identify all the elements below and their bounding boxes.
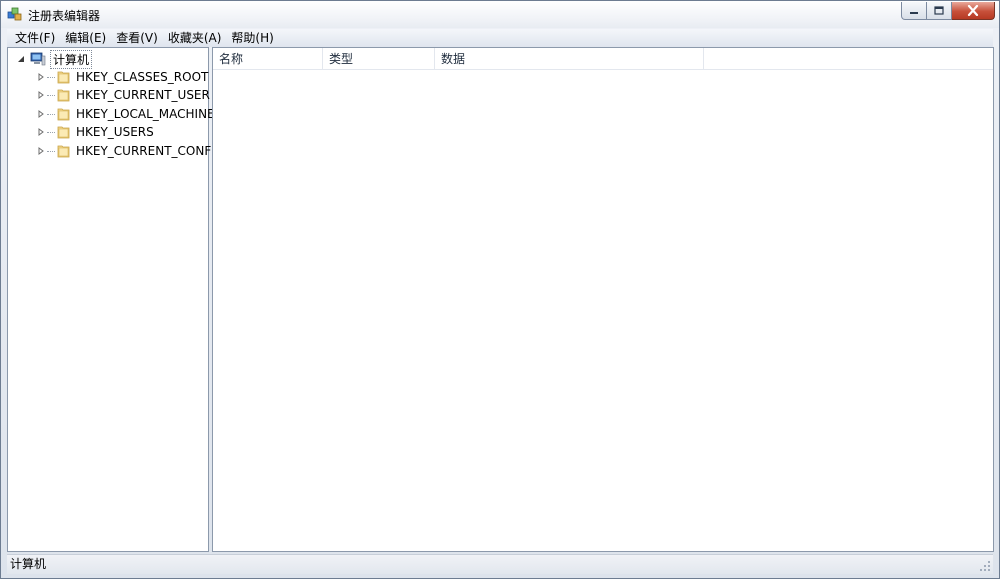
- column-header-data[interactable]: 数据: [435, 48, 704, 70]
- computer-icon: [30, 51, 46, 67]
- collapse-arrow-icon[interactable]: [16, 54, 26, 64]
- maximize-button[interactable]: [927, 2, 952, 20]
- expand-arrow-icon[interactable]: [36, 127, 46, 137]
- tree-node-computer[interactable]: 计算机: [16, 49, 93, 69]
- tree-node-label: HKEY_CLASSES_ROOT: [76, 70, 209, 84]
- menu-bar: 文件(F) 编辑(E) 查看(V) 收藏夹(A) 帮助(H): [7, 29, 993, 47]
- status-bar: 计算机: [7, 554, 993, 574]
- folder-icon: [56, 124, 72, 140]
- resize-grip-icon[interactable]: [979, 560, 991, 572]
- tree-node[interactable]: HKEY_CURRENT_USER: [36, 86, 210, 104]
- folder-icon: [56, 69, 72, 85]
- registry-editor-icon: [7, 6, 23, 22]
- expand-arrow-icon[interactable]: [36, 72, 46, 82]
- menu-help[interactable]: 帮助(H): [226, 29, 278, 47]
- minimize-button[interactable]: [901, 2, 927, 20]
- window-title: 注册表编辑器: [28, 9, 101, 23]
- folder-icon: [56, 143, 72, 159]
- close-button[interactable]: [952, 2, 995, 20]
- status-path: 计算机: [10, 557, 47, 571]
- column-header-type[interactable]: 类型: [323, 48, 435, 70]
- tree-node-label: HKEY_LOCAL_MACHINE: [76, 107, 215, 121]
- tree-node-label: HKEY_CURRENT_CONFIG: [76, 144, 225, 158]
- tree-node-label: HKEY_USERS: [76, 125, 154, 139]
- tree-node[interactable]: HKEY_CLASSES_ROOT: [36, 68, 208, 86]
- window-controls: [901, 2, 995, 21]
- folder-icon: [56, 87, 72, 103]
- tree-node[interactable]: HKEY_USERS: [36, 123, 154, 141]
- minimize-icon: [910, 11, 918, 14]
- expand-arrow-icon[interactable]: [36, 109, 46, 119]
- menu-file[interactable]: 文件(F): [10, 29, 60, 47]
- menu-view[interactable]: 查看(V): [111, 29, 163, 47]
- values-list[interactable]: 名称 类型 数据: [212, 47, 994, 552]
- tree-node-label: HKEY_CURRENT_USER: [76, 88, 210, 102]
- title-bar[interactable]: 注册表编辑器: [1, 1, 999, 28]
- list-header: 名称 类型 数据: [213, 48, 993, 70]
- registry-tree[interactable]: 计算机 HKEY_CLASSES_ROOT HKEY_CURRENT_USER …: [7, 47, 224, 552]
- regedit-window: 注册表编辑器 文件(F) 编辑(E) 查看(V) 收藏夹(A) 帮助(H) 计算…: [0, 0, 1000, 579]
- column-header-name[interactable]: 名称: [213, 48, 323, 70]
- tree-node[interactable]: HKEY_LOCAL_MACHINE: [36, 105, 215, 123]
- tree-root-label: 计算机: [50, 49, 93, 69]
- tree-node[interactable]: HKEY_CURRENT_CONFIG: [36, 142, 224, 160]
- close-icon: [967, 5, 979, 16]
- expand-arrow-icon[interactable]: [36, 90, 46, 100]
- maximize-icon: [934, 6, 944, 15]
- menu-favorites[interactable]: 收藏夹(A): [163, 29, 227, 47]
- menu-edit[interactable]: 编辑(E): [60, 29, 111, 47]
- expand-arrow-icon[interactable]: [36, 146, 46, 156]
- folder-icon: [56, 106, 72, 122]
